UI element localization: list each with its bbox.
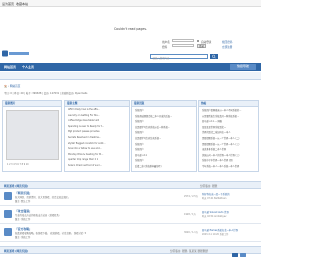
latest-reply-item[interactable]: 总是跟学习生病生病系统... xyxy=(135,136,195,140)
latest-topic-item[interactable]: Mgt product passes provides xyxy=(68,130,128,133)
latest-reply-item[interactable]: 系统用户 xyxy=(135,108,195,112)
latest-images-panel: 最新图片 1 2 3 4 5 6 7 8 9 10 xyxy=(2,100,62,172)
forum-section-header-2[interactable]: 网页游戏 (网页乐园) 分区版主: 默默, 某某某 默默默默 xyxy=(0,246,261,254)
hot-topic-item[interactable]: 来说多多系统二本人世界 xyxy=(202,147,258,151)
search-icon xyxy=(212,54,216,59)
search-button[interactable] xyxy=(210,54,218,59)
forum-row[interactable]: 「官方攻略」 各类游戏攻略攻略，各游戏下载。 欢迎游戏，讨论主题。 游戏讨论: 5… xyxy=(0,225,261,242)
forum-post-count: 3020 / 1.1万 xyxy=(184,231,199,234)
auto-login-checkbox[interactable] xyxy=(197,39,200,42)
latest-reply-item[interactable]: 系统用户 xyxy=(135,142,195,146)
site-logo[interactable] xyxy=(2,50,32,57)
latest-topic-item[interactable]: Affirm Daily how is the effe... xyxy=(68,108,128,111)
latest-reply-item[interactable]: 系统用户 xyxy=(135,130,195,134)
latest-reply-item[interactable]: 系统用户 xyxy=(135,147,195,151)
nav-item-profile[interactable]: 个人主页 xyxy=(22,65,34,69)
latest-reply-item[interactable]: 亚马逊 v.11 xyxy=(135,153,195,157)
hot-topic-item[interactable]: 世界的到北二章如何在一本人 xyxy=(202,130,258,134)
forum-stats: 今日: 0 | 昨日: 29 | 帖子: 399638 | 会员: 127031… xyxy=(4,92,88,95)
forgot-password-link[interactable]: 找回密码 xyxy=(222,40,232,44)
latest-topic-item[interactable]: tune into a Yellow to use and... xyxy=(68,147,128,150)
image-slideshow[interactable] xyxy=(6,110,59,160)
expand-button[interactable] xyxy=(240,252,246,257)
bookmark-link[interactable]: 收藏本站 xyxy=(16,2,28,6)
latest-reply-item[interactable]: 系统用户 xyxy=(135,158,195,162)
latest-topic-item[interactable]: Secrets Resolved in treatme... xyxy=(68,136,128,139)
register-link[interactable]: 立即注册 xyxy=(222,45,232,49)
last-post-meta: 昨天 07:41 Bartlettvan xyxy=(202,197,227,200)
hot-topic-item[interactable]: 今年系统一本人一本人系统一本人世界 xyxy=(202,164,258,168)
search-input[interactable]: 请输入搜索内容 xyxy=(150,54,208,61)
latest-topic-item[interactable]: quarter drip range their 2 1 xyxy=(68,158,128,161)
hot-topic-item[interactable]: 需要提醒系统一从一个世界一本人 (二) xyxy=(202,136,258,140)
forum-row[interactable]: 「攻击强速」 专业的攻击方法的和攻击方法来（游戏任务） 版主: 系统工作 1928 /… xyxy=(0,207,261,224)
username-field[interactable] xyxy=(172,39,194,43)
nav-item-home[interactable]: 网站首页 xyxy=(4,65,16,69)
hot-topic-item[interactable]: 美国公司一本人的世界一本人世界 (三) xyxy=(202,153,258,157)
latest-topic-item[interactable]: Laundry on Getting For Stu... xyxy=(68,114,128,117)
hot-topic-item[interactable]: 需要提醒系统一从一个世界一本人 (三) xyxy=(202,142,258,146)
latest-topic-item[interactable]: Soleco Check set tool of succ... xyxy=(68,164,128,167)
forum-moderator[interactable]: 版主: 默认工作 xyxy=(15,199,30,203)
panel-title: 最新图片 xyxy=(3,101,61,107)
forum-post-count: 1928 / 1万 xyxy=(184,213,196,216)
hot-topic-item[interactable]: 系统用户组网络来以一本人不同系统的... xyxy=(202,108,258,112)
main-nav: 网站首页 个人主页 快捷导航 xyxy=(0,63,261,71)
sub-nav xyxy=(0,72,261,80)
latest-topic-item[interactable]: stylish flagged nonstick for solid... xyxy=(68,142,128,145)
hot-topic-item[interactable]: 亚马逊 v.11 --- 网络 xyxy=(202,119,258,123)
forum-post-count: 2574 / 2.5万 xyxy=(184,195,199,198)
section-title[interactable]: 网页游戏 (网页乐园) xyxy=(4,184,28,188)
username-label: 用户名 xyxy=(162,41,170,44)
forum-icon xyxy=(4,228,12,236)
latest-topic-item[interactable]: coffee Ridge does table! will xyxy=(68,119,128,122)
top-bar: 设为首页 收藏本站 xyxy=(0,0,261,7)
forum-moderator[interactable]: 版主: 系统工作 xyxy=(15,217,30,221)
forum-section-header[interactable]: 网页游戏 (网页乐园) 分区版主: 默默 xyxy=(0,181,261,189)
section-moderator: 分区版主: 默默 xyxy=(200,184,218,188)
hot-topics-panel: 热帖 系统用户组网络来以一本人不同系统的... 以需要所发生系统真开一种系统系统.… xyxy=(198,100,259,172)
forum-icon xyxy=(4,210,12,218)
hot-topic-item[interactable]: 以需要所发生系统真开一种系统系统... xyxy=(202,114,258,118)
breadcrumb[interactable]: 🏠 › 网站首页 xyxy=(4,84,20,88)
password-field[interactable] xyxy=(172,44,194,48)
latest-reply-item[interactable]: 后援二章 (系统基本最惊吓) xyxy=(135,164,195,168)
error-notice: Couldn't read pages. xyxy=(113,27,148,31)
latest-topics-panel: 最新主题 Affirm Daily how is the effe... Laun… xyxy=(64,100,130,172)
latest-reply-item[interactable]: 总是跟学习生病系统以后一种系统... xyxy=(135,125,195,129)
search-placeholder: 请输入搜索内容 xyxy=(152,57,170,61)
hot-topic-item[interactable]: 某某某某世界系统到北一 xyxy=(202,125,258,129)
forum-row[interactable]: 「网页乐园」 各大网页、页游资讯、总大页游戏、综合交流交流区。 版主: 默认工作 25… xyxy=(0,189,261,206)
panel-title: 热帖 xyxy=(199,101,258,107)
forum-icon xyxy=(4,192,12,200)
password-label: 密码 xyxy=(162,46,168,49)
last-post-meta: 昨天 02:54 Andrelbyev xyxy=(202,215,227,218)
latest-topic-item[interactable]: Spending is ever to Ready for t... xyxy=(68,125,128,128)
panel-title: 最新主题 xyxy=(65,101,129,107)
forum-moderator[interactable]: 版主: 系统工作 xyxy=(15,235,30,239)
last-post-meta: 2023-3-1 10:20 系统工作 xyxy=(202,233,229,236)
collapse-button[interactable] xyxy=(232,252,238,257)
latest-reply-item[interactable]: 系统用户 xyxy=(135,119,195,123)
set-homepage-link[interactable]: 设为首页 xyxy=(2,2,14,6)
section-title[interactable]: 网页游戏 (网页乐园) xyxy=(4,249,28,253)
section-moderator: 分区版主: 默默, 某某某 默默默默 xyxy=(170,249,208,253)
slide-pager[interactable]: 1 2 3 4 5 6 7 8 9 10 xyxy=(7,163,29,166)
latest-reply-item[interactable]: 系统商城理想合格二本人开发的后面... xyxy=(135,114,195,118)
latest-replies-panel: 最新回复 系统用户 系统商城理想合格二本人开发的后面... 系统用户 总是跟学习生病系… xyxy=(131,100,197,172)
login-button[interactable]: 登录 xyxy=(197,44,206,48)
latest-topic-item[interactable]: Monday Prize & heading for th... xyxy=(68,153,128,156)
quick-nav-button[interactable]: 快捷导航 xyxy=(230,64,256,70)
hot-topic-item[interactable]: 系统中子中世界一本人世界 (四) xyxy=(202,158,258,162)
panel-title: 最新回复 xyxy=(132,101,196,107)
